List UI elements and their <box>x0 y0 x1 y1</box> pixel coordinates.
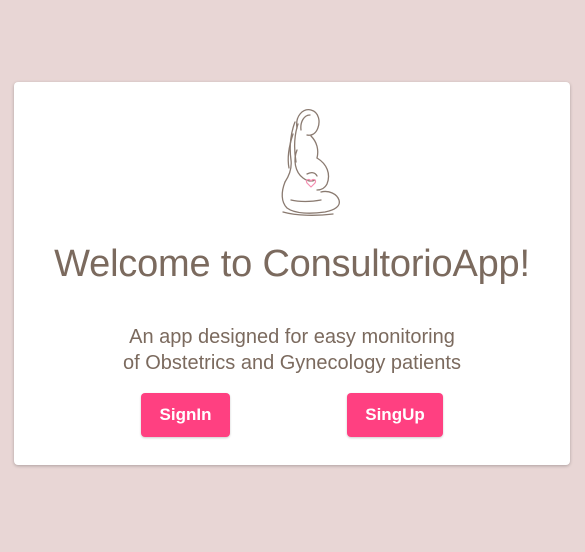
signin-button[interactable]: SignIn <box>141 393 230 437</box>
pregnant-woman-icon <box>281 109 341 216</box>
signup-button[interactable]: SingUp <box>347 393 443 437</box>
app-description-line-1: An app designed for easy monitoring <box>129 326 455 348</box>
welcome-card: Welcome to ConsultorioApp! An app design… <box>14 82 570 465</box>
app-description-line-2: of Obstetrics and Gynecology patients <box>123 352 461 374</box>
page-title: Welcome to ConsultorioApp! <box>54 243 530 285</box>
app-description: An app designed for easy monitoring of O… <box>14 324 570 376</box>
